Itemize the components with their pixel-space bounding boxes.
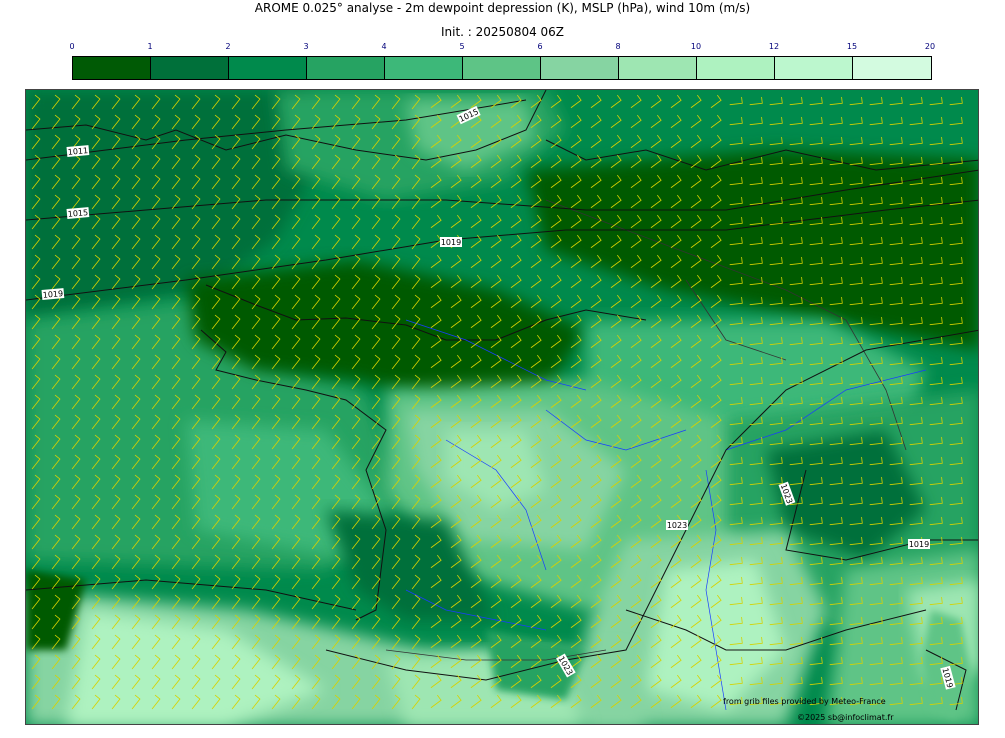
colorbar-tick-labels: 0 1 2 3 4 5 6 8 10 12 15 20 — [69, 42, 936, 54]
colorbar-tick-label: 0 — [69, 42, 75, 51]
colorbar-tick-label: 8 — [615, 42, 621, 51]
colorbar-tick-label: 1 — [147, 42, 153, 51]
colorbar-tick-label: 15 — [846, 42, 858, 51]
colorbar-cell — [385, 57, 463, 79]
colorbar-tick-label: 10 — [690, 42, 702, 51]
colorbar-tick-label: 2 — [225, 42, 231, 51]
isobar-label: 1019 — [42, 289, 63, 300]
colorbar-cell — [73, 57, 151, 79]
colorbar-tick-label: 20 — [924, 42, 936, 51]
colorbar — [72, 56, 932, 80]
weather-map: 1015 1011 1015 1019 1019 1023 1023 1019 … — [25, 89, 979, 725]
copyright-credit: ©2025 sb@infoclimat.fr — [797, 713, 894, 722]
colorbar-cell — [775, 57, 853, 79]
colorbar-cell — [541, 57, 619, 79]
colorbar-tick-label: 4 — [381, 42, 387, 51]
colorbar-cell — [151, 57, 229, 79]
colorbar-cell — [463, 57, 541, 79]
isobar-label: 1019 — [441, 238, 461, 247]
isobar-label: 1011 — [67, 146, 88, 157]
colorbar-cell — [307, 57, 385, 79]
colorbar-cell — [853, 57, 931, 79]
colorbar-tick-label: 6 — [537, 42, 543, 51]
map-title: AROME 0.025° analyse - 2m dewpoint depre… — [254, 1, 751, 15]
isobar-label: 1015 — [67, 208, 88, 219]
colorbar-tick-label: 12 — [768, 42, 780, 51]
isobar-label: 1019 — [909, 540, 929, 549]
colorbar-cell — [619, 57, 697, 79]
isobar-label: 1023 — [667, 521, 687, 530]
init-time: Init. : 20250804 06Z — [440, 25, 565, 39]
colorbar-cell — [697, 57, 775, 79]
map-canvas: 1015 1011 1015 1019 1019 1023 1023 1019 … — [26, 90, 978, 724]
colorbar-tick-label: 3 — [303, 42, 309, 51]
colorbar-cell — [229, 57, 307, 79]
colorbar-tick-label: 5 — [459, 42, 465, 51]
data-source-credit: from grib files provided by Meteo-France — [723, 697, 886, 706]
